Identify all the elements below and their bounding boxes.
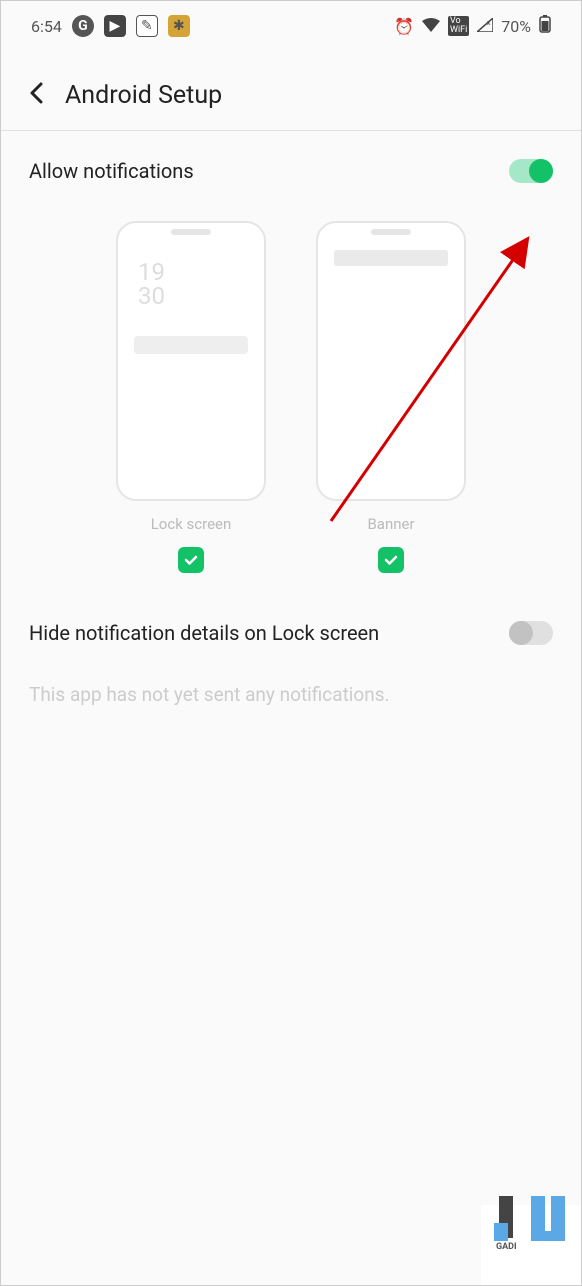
app-icon-youtube: ▶ <box>104 15 126 37</box>
info-message: This app has not yet sent any notificati… <box>1 673 581 716</box>
signal-icon: x <box>477 17 493 36</box>
hide-details-row: Hide notification details on Lock screen <box>1 593 581 673</box>
header: Android Setup <box>1 51 581 130</box>
lock-time-hours: 19 <box>138 260 244 284</box>
lock-screen-phone-mock: 19 30 <box>116 221 266 501</box>
page-title: Android Setup <box>65 81 222 110</box>
banner-preview: Banner <box>316 221 466 573</box>
banner-phone-mock <box>316 221 466 501</box>
allow-notifications-toggle[interactable] <box>509 159 553 183</box>
app-icon-generic: ✎ <box>136 15 158 37</box>
lock-screen-preview: 19 30 Lock screen <box>116 221 266 573</box>
status-time: 6:54 <box>31 17 62 36</box>
allow-notifications-row: Allow notifications <box>1 131 581 211</box>
battery-icon <box>539 15 551 37</box>
svg-text:x: x <box>487 19 491 27</box>
battery-percent: 70% <box>501 17 531 36</box>
svg-text:GADI: GADI <box>496 1242 517 1251</box>
wifi-icon <box>422 17 440 36</box>
notification-previews: 19 30 Lock screen Banner <box>1 211 581 593</box>
vowifi-icon: VoWiFi <box>448 16 469 36</box>
hide-details-label: Hide notification details on Lock screen <box>29 621 379 645</box>
allow-notifications-label: Allow notifications <box>29 159 194 183</box>
banner-checkbox[interactable] <box>378 547 404 573</box>
watermark-logo: GADI <box>491 1191 571 1255</box>
app-icon-generic: ✱ <box>168 15 190 37</box>
lock-screen-label: Lock screen <box>151 515 232 533</box>
banner-label: Banner <box>367 515 414 533</box>
back-button[interactable] <box>29 82 43 110</box>
lock-time-minutes: 30 <box>138 284 244 308</box>
app-icon-google: G <box>72 15 94 37</box>
status-bar: 6:54 G ▶ ✎ ✱ ⏰ VoWiFi x 70% <box>1 1 581 51</box>
lock-screen-checkbox[interactable] <box>178 547 204 573</box>
hide-details-toggle[interactable] <box>509 621 553 645</box>
alarm-icon: ⏰ <box>394 17 414 36</box>
